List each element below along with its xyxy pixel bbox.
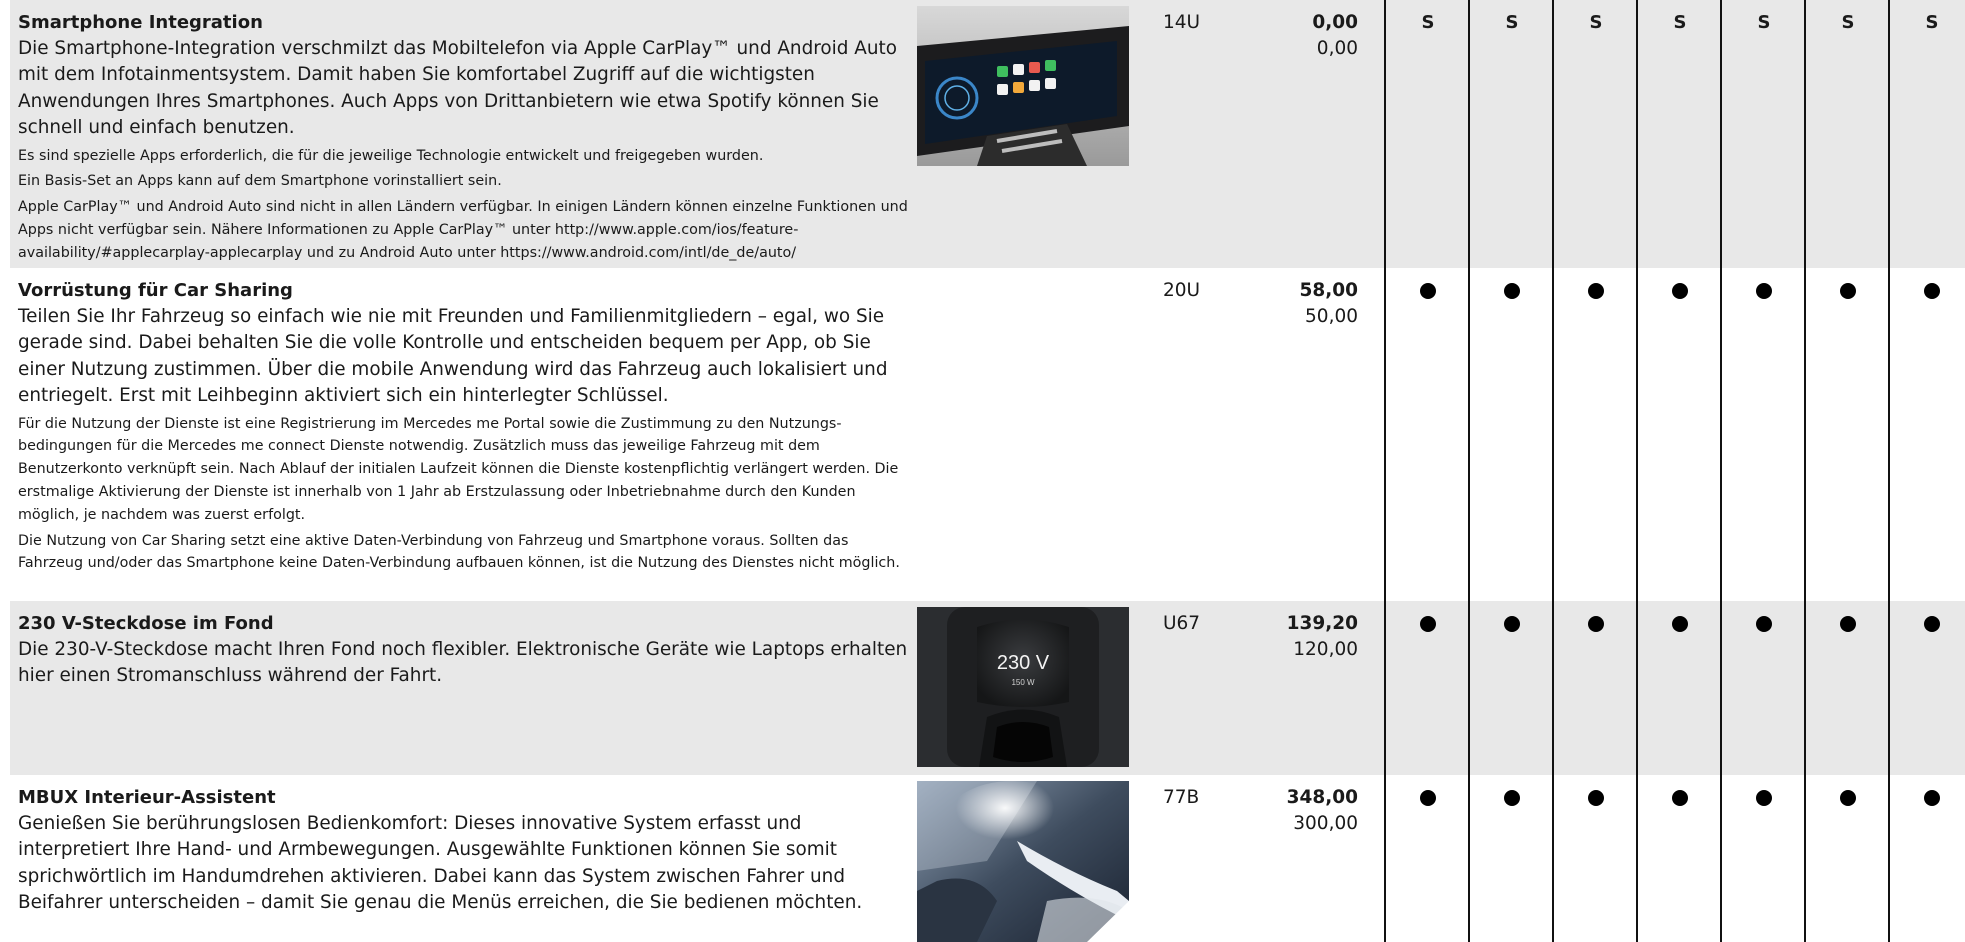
standard-dot-icon [1672,616,1688,632]
price-gross: 0,00 [1312,12,1358,33]
option-description: Smartphone Integration Die Smartphone-In… [18,10,910,265]
option-description: Vorrüstung für Car Sharing Teilen Sie Ih… [18,278,910,575]
availability-cell [1917,611,1947,640]
availability-cell: S [1925,12,1939,33]
availability-cell [1749,278,1779,307]
option-code: 20U [1163,280,1201,301]
option-title: Smartphone Integration [18,12,263,33]
standard-dot-icon [1588,283,1604,299]
option-row-230v-socket: 230 V-Steckdose im Fond Die 230-V-Steckd… [10,601,1965,775]
standard-dot-icon [1756,790,1772,806]
availability-cell [1833,611,1863,640]
option-body: Die 230-V-Steckdose macht Ihren Fond noc… [18,639,908,687]
price-net: 0,00 [1316,38,1358,59]
option-title: MBUX Interieur-Assistent [18,787,276,808]
option-description: MBUX Interieur-Assistent Genießen Sie be… [18,785,910,917]
column-divider [1636,0,1638,942]
availability-cell: S [1505,12,1519,33]
standard-dot-icon [1588,790,1604,806]
column-divider [1720,0,1722,942]
availability-cell [1833,278,1863,307]
standard-dot-icon [1672,790,1688,806]
availability-cell: S [1841,12,1855,33]
availability-cell [1413,278,1443,307]
availability-cell [1413,785,1443,814]
socket-voltage-label: 230 V [997,652,1050,674]
option-price: 0,00 0,00 [1312,10,1358,62]
availability-cell [1665,785,1695,814]
option-note: Ein Basis-Set an Apps kann auf dem Smart… [18,173,502,190]
option-price: 348,00 300,00 [1287,785,1358,837]
standard-dot-icon [1840,283,1856,299]
standard-dot-icon [1504,616,1520,632]
column-divider [1384,0,1386,942]
price-gross: 139,20 [1286,613,1358,634]
availability-cell [1917,278,1947,307]
availability-cell: S [1673,12,1687,33]
column-divider [1552,0,1554,942]
availability-cell [1497,611,1527,640]
availability-cell [1749,611,1779,640]
option-title: 230 V-Steckdose im Fond [18,613,274,634]
availability-cell [1413,611,1443,640]
standard-dot-icon [1420,616,1436,632]
availability-cell [1665,611,1695,640]
standard-dot-icon [1924,283,1940,299]
availability-cell [1581,785,1611,814]
availability-cell [1749,785,1779,814]
availability-cell [1665,278,1695,307]
standard-dot-icon [1588,616,1604,632]
standard-dot-icon [1840,790,1856,806]
option-title: Vorrüstung für Car Sharing [18,280,293,301]
option-code: U67 [1163,613,1201,634]
availability-cell: S [1589,12,1603,33]
standard-dot-icon [1504,790,1520,806]
option-body: Genießen Sie berührungslosen Bedienkomfo… [18,813,863,914]
standard-dot-icon [1420,283,1436,299]
column-divider [1888,0,1890,942]
availability-cell [1833,785,1863,814]
standard-dot-icon [1504,283,1520,299]
price-net: 300,00 [1293,813,1358,834]
standard-dot-icon [1924,616,1940,632]
option-note: Die Nutzung von Car Sharing setzt eine a… [18,532,900,572]
availability-cell [1917,785,1947,814]
option-code: 14U [1163,12,1201,33]
standard-dot-icon [1420,790,1436,806]
column-divider [1468,0,1470,942]
availability-cell [1581,611,1611,640]
price-net: 120,00 [1293,639,1358,660]
option-row-mbux-interior-assistant: MBUX Interieur-Assistent Genießen Sie be… [10,775,1965,942]
availability-cell: S [1421,12,1435,33]
availability-cell [1581,278,1611,307]
option-price: 58,00 50,00 [1299,278,1358,330]
standard-dot-icon [1756,283,1772,299]
option-row-car-sharing: Vorrüstung für Car Sharing Teilen Sie Ih… [10,268,1965,601]
standard-dot-icon [1672,283,1688,299]
option-code: 77B [1163,787,1200,808]
standard-dot-icon [1840,616,1856,632]
option-row-smartphone-integration: Smartphone Integration Die Smartphone-In… [10,0,1965,268]
price-gross: 58,00 [1299,280,1358,301]
price-gross: 348,00 [1286,787,1358,808]
standard-dot-icon [1756,616,1772,632]
option-body: Die Smartphone-Integration verschmilzt d… [18,38,897,139]
socket-power-label: 150 W [1011,678,1035,687]
option-description: 230 V-Steckdose im Fond Die 230-V-Steckd… [18,611,910,690]
socket-image: 230 V 150 W [917,607,1129,767]
standard-dot-icon [1924,790,1940,806]
option-body: Teilen Sie Ihr Fahrzeug so einfach wie n… [18,306,888,407]
availability-cell [1497,278,1527,307]
column-divider [1804,0,1806,942]
option-note: Es sind spezielle Apps erforderlich, die… [18,147,764,164]
option-note: Apple CarPlay™ und Android Auto sind nic… [18,199,908,261]
interior-assistant-image [917,781,1129,942]
availability-cell: S [1757,12,1771,33]
option-note: Für die Nutzung der Dienste ist eine Reg… [18,415,899,523]
price-net: 50,00 [1305,306,1358,327]
carplay-dashboard-image [917,6,1129,166]
option-price: 139,20 120,00 [1287,611,1358,663]
availability-cell [1497,785,1527,814]
